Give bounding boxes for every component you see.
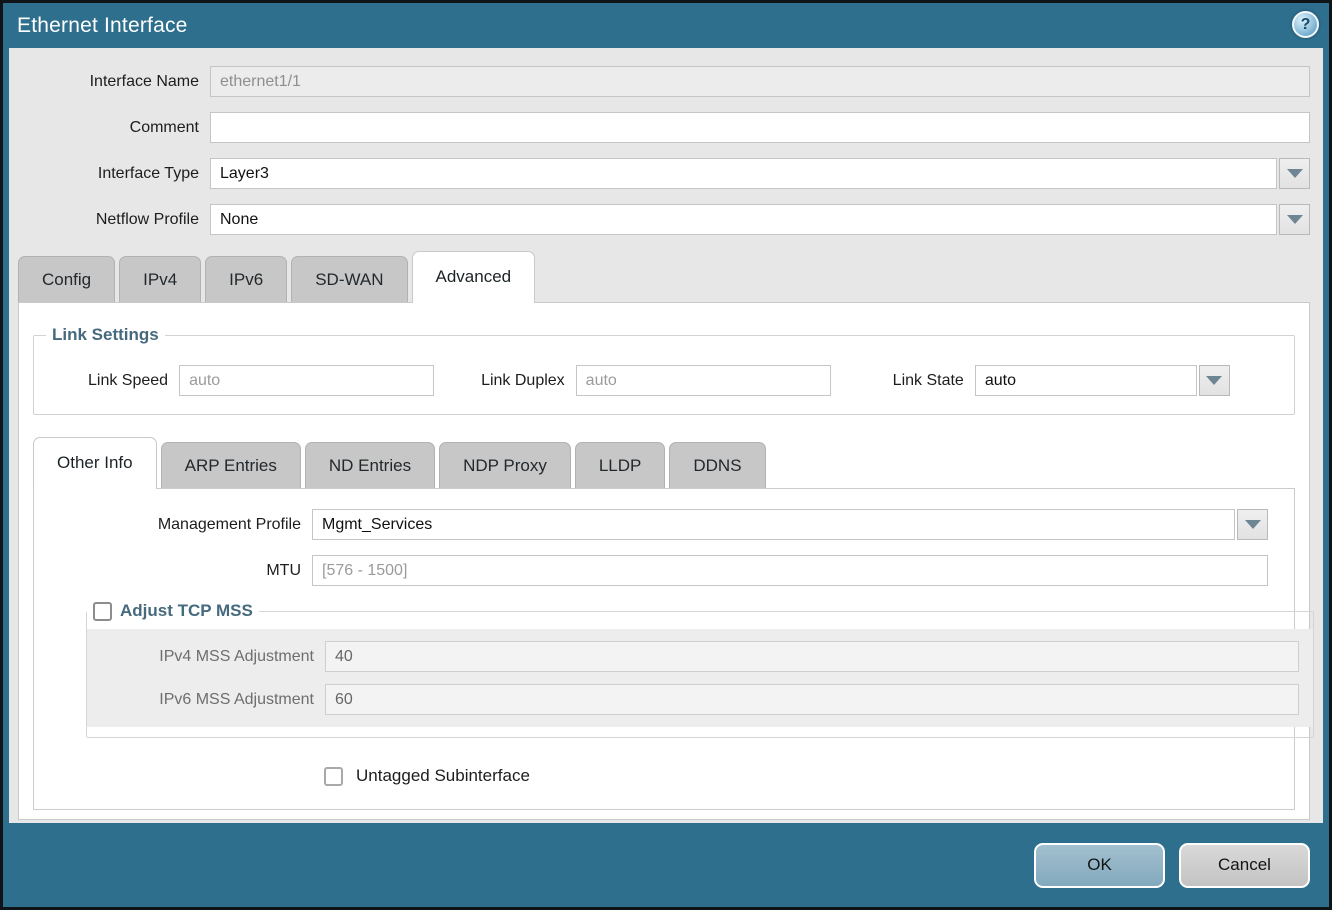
link-state-label: Link State xyxy=(893,372,975,390)
chevron-down-icon xyxy=(1287,215,1303,224)
link-speed-group: Link Speed xyxy=(88,365,434,396)
tab-advanced[interactable]: Advanced xyxy=(412,251,536,303)
netflow-profile-row: Netflow Profile xyxy=(18,204,1310,235)
comment-field[interactable] xyxy=(210,112,1310,143)
main-tab-bar: Config IPv4 IPv6 SD-WAN Advanced xyxy=(18,250,1310,302)
tab-ddns[interactable]: DDNS xyxy=(669,442,765,488)
mtu-row: MTU xyxy=(60,555,1268,586)
ipv4-mss-field xyxy=(325,641,1299,672)
cancel-button[interactable]: Cancel xyxy=(1179,843,1310,888)
adjust-tcp-mss-legend-text: Adjust TCP MSS xyxy=(120,601,253,621)
tab-config[interactable]: Config xyxy=(18,256,115,302)
netflow-profile-label: Netflow Profile xyxy=(18,211,210,229)
tab-lldp[interactable]: LLDP xyxy=(575,442,666,488)
tab-arp-entries[interactable]: ARP Entries xyxy=(161,442,301,488)
help-glyph: ? xyxy=(1301,16,1311,34)
link-settings-legend: Link Settings xyxy=(46,325,165,345)
adjust-tcp-mss-legend: Adjust TCP MSS xyxy=(87,601,259,621)
interface-type-row: Interface Type xyxy=(18,158,1310,189)
link-state-group: Link State xyxy=(893,365,1230,396)
interface-name-label: Interface Name xyxy=(18,73,210,91)
other-info-panel: Management Profile MTU Adjust TCP MSS xyxy=(33,488,1295,810)
comment-label: Comment xyxy=(18,119,210,137)
management-profile-field[interactable] xyxy=(312,509,1235,540)
link-settings-row: Link Speed Link Duplex Link State xyxy=(46,357,1282,398)
link-state-field[interactable] xyxy=(975,365,1197,396)
advanced-tab-panel: Link Settings Link Speed Link Duplex Lin… xyxy=(18,302,1310,820)
mss-disabled-block: IPv4 MSS Adjustment IPv6 MSS Adjustment xyxy=(87,629,1313,727)
adjust-tcp-mss-fieldset: Adjust TCP MSS IPv4 MSS Adjustment IPv6 … xyxy=(86,601,1314,738)
link-speed-label: Link Speed xyxy=(88,372,179,390)
management-profile-label: Management Profile xyxy=(60,516,312,534)
link-state-dropdown-button[interactable] xyxy=(1199,365,1230,396)
dialog-titlebar: Ethernet Interface ? xyxy=(3,3,1329,48)
netflow-profile-dropdown-button[interactable] xyxy=(1279,204,1310,235)
untagged-subinterface-label: Untagged Subinterface xyxy=(356,766,530,786)
link-speed-field[interactable] xyxy=(179,365,434,396)
tab-sdwan[interactable]: SD-WAN xyxy=(291,256,407,302)
interface-type-field[interactable] xyxy=(210,158,1277,189)
help-icon[interactable]: ? xyxy=(1292,11,1319,38)
ipv6-mss-row: IPv6 MSS Adjustment xyxy=(87,684,1299,715)
ipv4-mss-label: IPv4 MSS Adjustment xyxy=(87,648,325,666)
dialog-body: Interface Name Comment Interface Type Ne… xyxy=(9,48,1323,823)
interface-name-row: Interface Name xyxy=(18,66,1310,97)
netflow-profile-field[interactable] xyxy=(210,204,1277,235)
management-profile-row: Management Profile xyxy=(60,509,1268,540)
mtu-field[interactable] xyxy=(312,555,1268,586)
interface-name-field xyxy=(210,66,1310,97)
other-info-tab-bar: Other Info ARP Entries ND Entries NDP Pr… xyxy=(33,436,1295,488)
chevron-down-icon xyxy=(1206,376,1222,385)
link-duplex-label: Link Duplex xyxy=(481,372,576,390)
link-duplex-field[interactable] xyxy=(576,365,831,396)
tab-other-info[interactable]: Other Info xyxy=(33,437,157,489)
tab-ipv6[interactable]: IPv6 xyxy=(205,256,287,302)
link-settings-fieldset: Link Settings Link Speed Link Duplex Lin… xyxy=(33,325,1295,415)
tab-ndp-proxy[interactable]: NDP Proxy xyxy=(439,442,571,488)
link-duplex-group: Link Duplex xyxy=(481,365,831,396)
untagged-subinterface-row: Untagged Subinterface xyxy=(324,766,1268,786)
chevron-down-icon xyxy=(1287,169,1303,178)
interface-type-label: Interface Type xyxy=(18,165,210,183)
comment-row: Comment xyxy=(18,112,1310,143)
adjust-tcp-mss-checkbox[interactable] xyxy=(93,602,112,621)
mtu-label: MTU xyxy=(60,562,312,580)
dialog-footer: OK Cancel xyxy=(3,823,1329,907)
ok-button[interactable]: OK xyxy=(1034,843,1165,888)
ethernet-interface-dialog: Ethernet Interface ? Interface Name Comm… xyxy=(0,0,1332,910)
management-profile-dropdown-button[interactable] xyxy=(1237,509,1268,540)
interface-type-dropdown-button[interactable] xyxy=(1279,158,1310,189)
ipv4-mss-row: IPv4 MSS Adjustment xyxy=(87,641,1299,672)
untagged-subinterface-checkbox[interactable] xyxy=(324,767,343,786)
ipv6-mss-label: IPv6 MSS Adjustment xyxy=(87,691,325,709)
dialog-title: Ethernet Interface xyxy=(17,14,188,38)
tab-ipv4[interactable]: IPv4 xyxy=(119,256,201,302)
ipv6-mss-field xyxy=(325,684,1299,715)
chevron-down-icon xyxy=(1245,520,1261,529)
tab-nd-entries[interactable]: ND Entries xyxy=(305,442,435,488)
